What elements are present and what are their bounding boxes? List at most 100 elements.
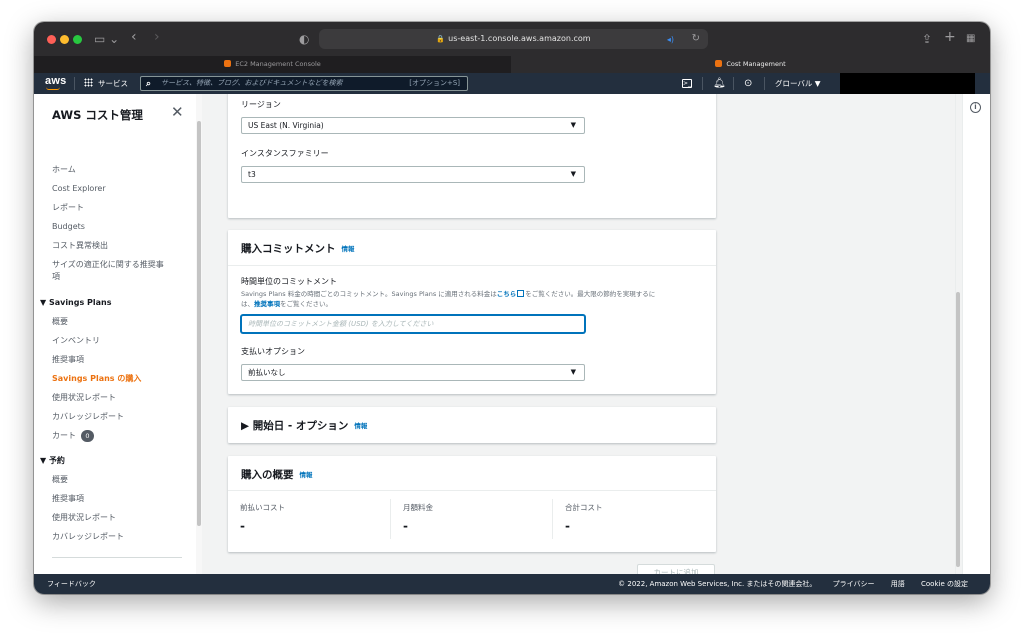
sidebar-item-rightsizing[interactable]: サイズの適正化に関する推奨事 [52, 259, 164, 271]
browser-toolbar: ▭ ⌄ ‹ › ◐ 🔒 us-east-1.console.aws.amazon.… [34, 22, 990, 56]
console-search-input[interactable]: ⌕ サービス、特徴、ブログ、およびドキュメントなどを検索 [オプション+S] [140, 76, 468, 91]
close-window-button[interactable] [47, 35, 56, 44]
caret-down-icon: ▼ [570, 368, 576, 376]
rates-link[interactable]: こちら [497, 290, 517, 298]
start-date-card[interactable]: ▶ 開始日 - オプション 情報 [228, 407, 716, 443]
cloudshell-icon[interactable]: >_ [682, 73, 692, 94]
start-date-toggle[interactable]: ▶ 開始日 - オプション 情報 [241, 418, 367, 433]
sidebar-scroll-thumb[interactable] [197, 121, 201, 526]
search-icon: ⌕ [146, 79, 152, 89]
external-link-icon [517, 290, 525, 297]
sidebar-item-cost-explorer[interactable]: Cost Explorer [52, 183, 106, 195]
sidebar-item-cart[interactable]: カート 0 [52, 430, 94, 442]
instance-family-label: インスタンスファミリー [241, 149, 329, 158]
sidebar-item-reports[interactable]: レポート [52, 202, 84, 214]
purchase-summary-card: 購入の概要 情報 前払いコスト - 月額料金 - 合計コスト - [228, 456, 716, 552]
hourly-commitment-input-wrapper [241, 315, 585, 333]
sidebar-item-sp-recommendations[interactable]: 推奨事項 [52, 354, 84, 366]
summary-upfront-cost: 前払いコスト - [240, 503, 285, 533]
aws-top-nav: aws サービス ⌕ サービス、特徴、ブログ、およびドキュメントなどを検索 [オ… [34, 73, 990, 94]
sidebar-toggle-icon[interactable]: ▭ ⌄ [94, 30, 119, 48]
payment-option-label: 支払いオプション [241, 347, 305, 356]
address-bar[interactable]: 🔒 us-east-1.console.aws.amazon.com ◂) ↻ [319, 29, 708, 49]
side-navigation: AWS コスト管理 ✕ ホーム Cost Explorer レポート Budge… [34, 94, 202, 584]
caret-down-icon: ▼ [570, 121, 576, 129]
hourly-commitment-input[interactable] [248, 317, 578, 331]
summary-title: 購入の概要 情報 [241, 469, 313, 481]
caret-down-icon: ▼ [570, 170, 576, 178]
sidebar-section-reservations[interactable]: ▼ 予約 [40, 455, 65, 467]
audio-icon[interactable]: ◂) [667, 31, 674, 49]
minimize-window-button[interactable] [60, 35, 69, 44]
privacy-link[interactable]: プライバシー [833, 580, 875, 588]
hourly-commitment-label: 時間単位のコミットメント [241, 277, 337, 286]
info-link[interactable]: 情報 [342, 245, 355, 253]
sidebar-divider [52, 557, 182, 558]
summary-monthly-fee: 月額料金 - [403, 503, 433, 533]
purchase-commitment-card: 購入コミットメント 情報 時間単位のコミットメント Savings Plans 料… [228, 230, 716, 394]
share-icon[interactable]: ⇪ [922, 30, 932, 48]
sidebar-item-ri-recommendations[interactable]: 推奨事項 [52, 493, 84, 505]
browser-window: ▭ ⌄ ‹ › ◐ 🔒 us-east-1.console.aws.amazon.… [34, 22, 990, 594]
bell-icon[interactable]: 🔔︎ [713, 73, 726, 94]
info-circle-icon[interactable]: i [970, 102, 981, 113]
reload-icon[interactable]: ↻ [692, 30, 700, 48]
feedback-link[interactable]: フィードバック [47, 574, 96, 594]
main-content: リージョン US East (N. Virginia) ▼ インスタンスファミリ… [203, 94, 955, 574]
payment-option-select[interactable]: 前払いなし ▼ [241, 364, 585, 381]
info-link[interactable]: 情報 [300, 471, 313, 479]
forward-icon[interactable]: › [154, 28, 160, 46]
new-tab-icon[interactable]: + [944, 28, 956, 46]
sidebar-item-ri-overview[interactable]: 概要 [52, 474, 68, 486]
grid-icon [84, 78, 93, 87]
sidebar-item-rightsizing-cont[interactable]: 項 [52, 271, 60, 283]
info-link[interactable]: 情報 [354, 422, 367, 430]
instance-family-select[interactable]: t3 ▼ [241, 166, 585, 183]
commitment-title: 購入コミットメント 情報 [241, 243, 355, 255]
sidebar-item-sp-utilization[interactable]: 使用状況レポート [52, 392, 116, 404]
copyright-text: © 2022, Amazon Web Services, Inc. またはその関… [618, 580, 817, 588]
region-selector[interactable]: グローバル ▼ [775, 73, 821, 94]
privacy-shield-icon[interactable]: ◐ [299, 30, 309, 48]
back-icon[interactable]: ‹ [131, 28, 137, 46]
sidebar-item-home[interactable]: ホーム [52, 164, 76, 176]
add-to-cart-button[interactable]: カートに追加 [637, 564, 715, 574]
plan-details-card: リージョン US East (N. Virginia) ▼ インスタンスファミリ… [228, 94, 716, 218]
zoom-window-button[interactable] [73, 35, 82, 44]
sidebar-item-ri-utilization[interactable]: 使用状況レポート [52, 512, 116, 524]
aws-favicon-icon [715, 60, 723, 67]
sidebar-item-sp-coverage[interactable]: カバレッジレポート [52, 411, 124, 423]
summary-columns: 前払いコスト - 月額料金 - 合計コスト - [228, 491, 716, 551]
sidebar-item-ri-coverage[interactable]: カバレッジレポート [52, 531, 124, 543]
hourly-commitment-description: Savings Plans 料金の時間ごとのコミットメント。Savings Pl… [241, 290, 656, 308]
region-select[interactable]: US East (N. Virginia) ▼ [241, 117, 585, 134]
tab-strip: EC2 Management Console Cost Management [34, 56, 990, 73]
close-icon[interactable]: ✕ [171, 103, 184, 121]
region-label: リージョン [241, 100, 281, 109]
summary-total-cost: 合計コスト - [565, 503, 603, 533]
console-footer: フィードバック © 2022, Amazon Web Services, Inc… [34, 574, 990, 594]
sidebar-item-anomaly-detection[interactable]: コスト異常検出 [52, 240, 108, 252]
sidebar-section-savings-plans[interactable]: ▼ Savings Plans [40, 297, 111, 309]
cart-count-badge: 0 [81, 430, 94, 442]
sidebar-title: AWS コスト管理 [52, 108, 143, 122]
sidebar-item-sp-purchase[interactable]: Savings Plans の購入 [52, 373, 141, 385]
cookie-settings-link[interactable]: Cookie の設定 [921, 580, 968, 588]
tab-overview-icon[interactable]: ▦ [966, 30, 975, 48]
tab-ec2[interactable]: EC2 Management Console [34, 56, 511, 73]
tab-cost-management[interactable]: Cost Management [511, 56, 990, 73]
sidebar-item-budgets[interactable]: Budgets [52, 221, 85, 233]
lock-icon: 🔒 [436, 35, 446, 43]
recommendations-link[interactable]: 推奨事項 [254, 300, 280, 308]
services-menu[interactable]: サービス [84, 73, 128, 94]
aws-smile-icon [46, 87, 60, 90]
account-menu-redacted[interactable] [840, 73, 975, 94]
help-icon[interactable]: ⊙ [744, 73, 752, 94]
aws-logo[interactable]: aws [45, 75, 66, 87]
terms-link[interactable]: 用語 [891, 580, 905, 588]
main-scroll-thumb[interactable] [956, 292, 960, 567]
url-text: us-east-1.console.aws.amazon.com [448, 34, 591, 43]
sidebar-item-sp-inventory[interactable]: インベントリ [52, 335, 100, 347]
sidebar-item-sp-overview[interactable]: 概要 [52, 316, 68, 328]
help-panel-rail: i [962, 94, 990, 574]
